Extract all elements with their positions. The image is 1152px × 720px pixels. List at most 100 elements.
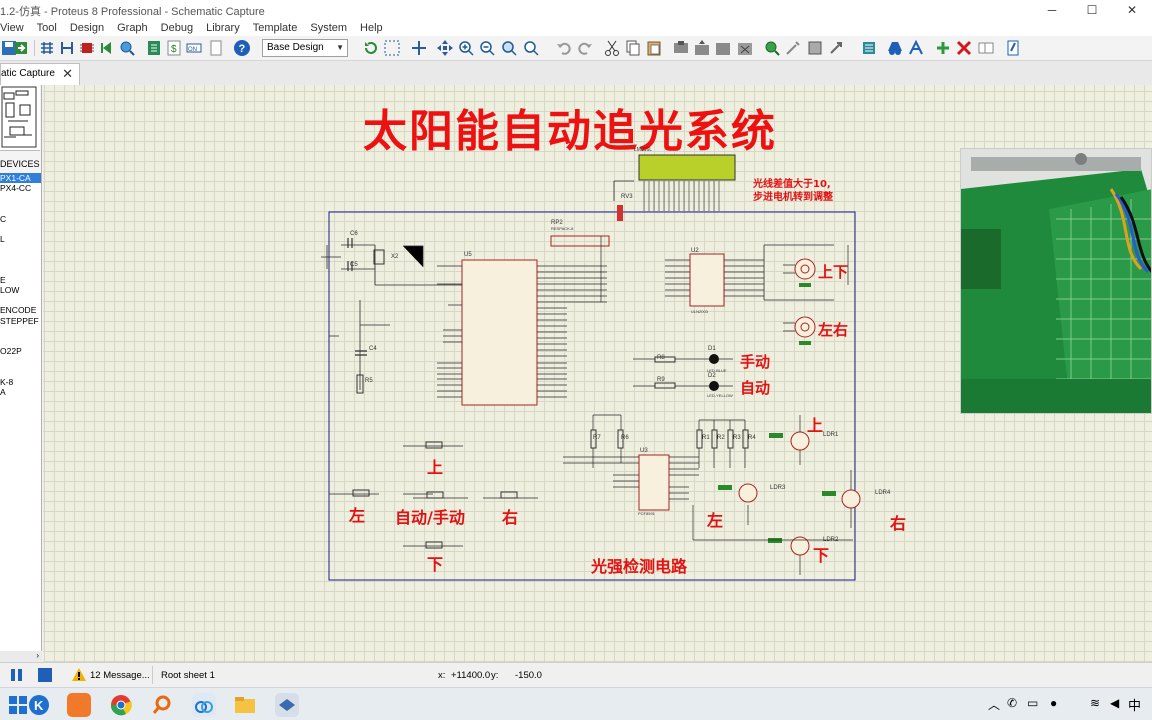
wire-autorouter-icon[interactable] — [860, 39, 878, 57]
tray-wechat-icon[interactable]: ✆ — [1007, 696, 1017, 710]
play-button[interactable] — [10, 668, 24, 682]
device-item[interactable]: C — [0, 214, 41, 224]
menu-debug[interactable]: Debug — [155, 20, 200, 36]
close-icon[interactable]: ✕ — [62, 64, 73, 84]
tab-schematic-capture[interactable]: atic Capture ✕ — [0, 63, 80, 85]
decompose-icon[interactable] — [827, 39, 845, 57]
redo-icon[interactable] — [576, 39, 594, 57]
device-item[interactable]: LOW — [0, 285, 41, 295]
make-device-icon[interactable] — [784, 39, 802, 57]
device-item[interactable]: E — [0, 275, 41, 285]
document-icon[interactable] — [207, 39, 225, 57]
menu-graph[interactable]: Graph — [111, 20, 155, 36]
taskbar-k-app-icon[interactable]: K — [27, 693, 51, 717]
zoom-in-icon[interactable] — [457, 39, 475, 57]
grid-icon[interactable] — [38, 39, 56, 57]
maximize-button[interactable]: ☐ — [1072, 0, 1112, 20]
close-button[interactable]: ✕ — [1112, 0, 1152, 20]
tray-microphone-icon[interactable]: ● — [1050, 696, 1057, 710]
property-assignment-icon[interactable] — [907, 39, 925, 57]
tray-network-icon[interactable]: ▭ — [1027, 696, 1038, 710]
undo-icon[interactable] — [555, 39, 573, 57]
tray-wifi-icon[interactable]: ≋ — [1090, 696, 1100, 710]
stop-button[interactable] — [38, 668, 52, 682]
menu-system[interactable]: System — [304, 20, 354, 36]
component-icon[interactable] — [58, 39, 76, 57]
taskbar-app-orange-icon[interactable] — [67, 693, 91, 717]
design-select[interactable]: Base Design ▼ — [262, 39, 348, 57]
device-list[interactable]: PX1-CA PX4-CC C L E LOW ENCODE STEPPEF O… — [0, 173, 41, 653]
taskbar-baidu-netdisk-icon[interactable] — [192, 693, 216, 717]
package-tool-icon[interactable] — [806, 39, 824, 57]
device-item[interactable] — [0, 367, 41, 377]
button-down-label: 下 — [427, 555, 444, 574]
origin-icon[interactable] — [410, 39, 428, 57]
device-item[interactable] — [0, 255, 41, 265]
remove-sheet-icon[interactable] — [955, 39, 973, 57]
device-item[interactable]: PX4-CC — [0, 183, 41, 193]
block-rotate-icon[interactable] — [714, 39, 732, 57]
device-item[interactable]: O22P — [0, 346, 41, 356]
back-icon[interactable] — [98, 39, 116, 57]
zoom-icon[interactable] — [118, 39, 136, 57]
device-item[interactable] — [0, 244, 41, 254]
help-icon[interactable]: ? — [233, 39, 251, 57]
paste-icon[interactable] — [645, 39, 663, 57]
pan-icon[interactable] — [436, 39, 454, 57]
zoom-area-icon[interactable] — [522, 39, 540, 57]
overview-window[interactable] — [0, 85, 40, 151]
script-icon[interactable] — [1004, 39, 1022, 57]
menu-template[interactable]: Template — [247, 20, 305, 36]
device-item[interactable]: L — [0, 234, 41, 244]
device-item[interactable] — [0, 265, 41, 275]
tray-volume-icon[interactable]: ◀ — [1110, 696, 1119, 710]
menu-help[interactable]: Help — [354, 20, 390, 36]
menu-design[interactable]: Design — [64, 20, 111, 36]
import-icon[interactable] — [12, 39, 30, 57]
taskbar-chrome-icon[interactable] — [109, 693, 133, 717]
device-item[interactable] — [0, 295, 41, 305]
device-item[interactable] — [0, 356, 41, 366]
tray-ime[interactable]: 中 — [1128, 695, 1141, 714]
horizontal-scrollbar[interactable]: › — [0, 651, 42, 662]
taskbar-file-explorer-icon[interactable] — [233, 693, 257, 717]
block-copy-icon[interactable] — [672, 39, 690, 57]
refresh-icon[interactable] — [362, 39, 380, 57]
chip-icon[interactable] — [78, 39, 96, 57]
device-item[interactable] — [0, 204, 41, 214]
device-item[interactable]: PX1-CA — [0, 173, 41, 184]
taskbar-proteus-icon[interactable] — [275, 693, 299, 717]
block-move-icon[interactable] — [693, 39, 711, 57]
menu-library[interactable]: Library — [200, 20, 247, 36]
zoom-all-icon[interactable] — [500, 39, 518, 57]
message-count[interactable]: 12 Message... — [90, 670, 150, 681]
pick-device-icon[interactable] — [763, 39, 781, 57]
copy-icon[interactable] — [624, 39, 642, 57]
device-item[interactable] — [0, 224, 41, 234]
dollar-icon[interactable]: $ — [165, 39, 183, 57]
taskbar-search-icon[interactable] — [150, 693, 174, 717]
device-item[interactable]: K-8 — [0, 377, 41, 387]
menu-tool[interactable]: Tool — [31, 20, 64, 36]
device-item[interactable] — [0, 193, 41, 203]
new-sheet-icon[interactable] — [934, 39, 952, 57]
sheet-swap-icon[interactable] — [977, 39, 995, 57]
minimize-button[interactable]: ─ — [1032, 0, 1072, 20]
device-item[interactable] — [0, 397, 41, 407]
menu-view[interactable]: View — [0, 20, 31, 36]
cut-icon[interactable] — [603, 39, 621, 57]
device-item[interactable] — [0, 336, 41, 346]
device-item[interactable]: STEPPEF — [0, 316, 41, 326]
block-delete-icon[interactable] — [736, 39, 754, 57]
netlist-icon[interactable]: ON — [185, 39, 203, 57]
device-item[interactable]: A — [0, 387, 41, 397]
device-item[interactable]: ENCODE — [0, 305, 41, 315]
schematic-canvas[interactable]: 太阳能自动追光系统 LM016L RV3 RP2 RESPACK-8 U5 X2… — [43, 85, 1152, 662]
zoom-out-icon[interactable] — [478, 39, 496, 57]
taskbar: K ︿ ✆ ▭ ● ≋ ◀ 中 — [0, 687, 1152, 720]
tray-chevron-up-icon[interactable]: ︿ — [988, 696, 1000, 713]
toggle-grid-icon[interactable] — [383, 39, 401, 57]
search-component-icon[interactable] — [886, 39, 904, 57]
device-item[interactable] — [0, 326, 41, 336]
bom-icon[interactable] — [145, 39, 163, 57]
